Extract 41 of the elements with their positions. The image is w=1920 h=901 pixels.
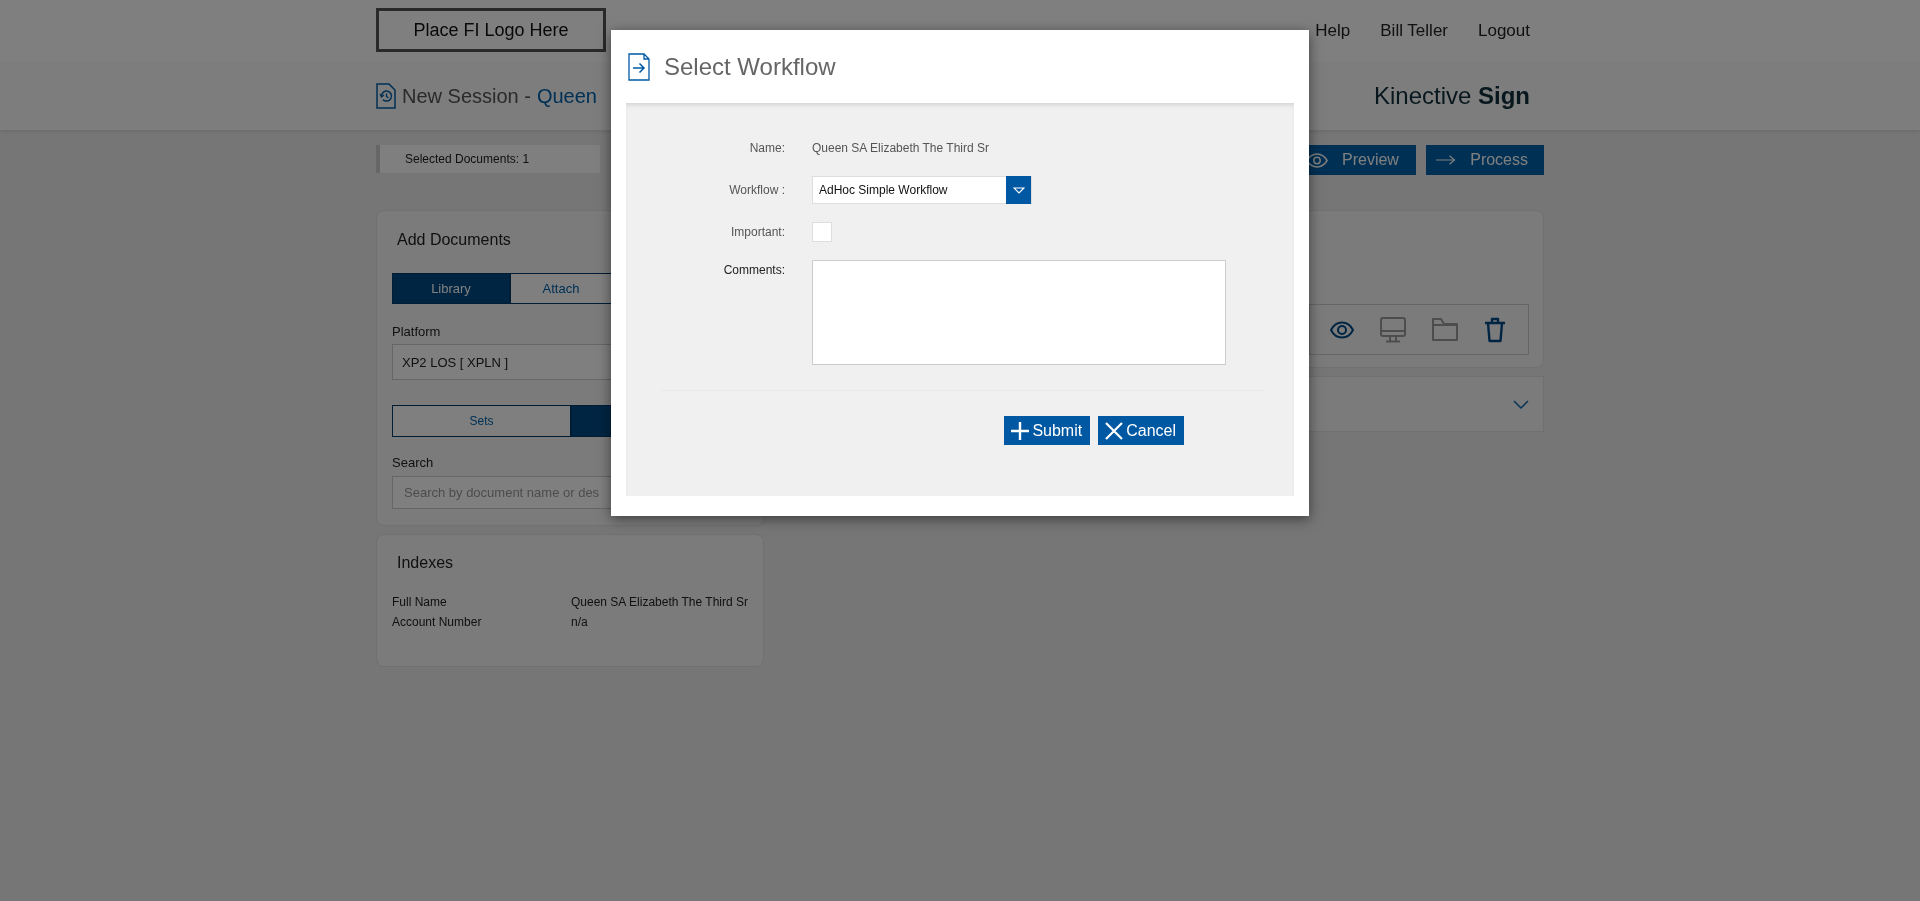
nav-link[interactable]: Logout (1478, 21, 1530, 41)
chevron-icon[interactable] (1513, 399, 1529, 409)
index-value: Queen SA Elizabeth The Third Sr (571, 594, 748, 610)
caret-icon (1012, 186, 1025, 194)
field-label: Workflow : (728, 182, 785, 199)
important-checkbox[interactable] (812, 222, 832, 242)
card-title: Indexes (396, 553, 455, 573)
selected-documents-count: Selected Documents: 1 (376, 145, 600, 173)
index-value: n/a (571, 614, 589, 630)
field-label: Platform (392, 324, 442, 340)
workflow-select[interactable]: AdHoc Simple Workflow (812, 176, 1032, 204)
plus-icon (1010, 420, 1031, 441)
document-history-icon (376, 83, 396, 109)
field-label: Search (392, 455, 435, 471)
customer-name: Queen (536, 84, 597, 108)
platform-select[interactable]: XP2 LOS [ XPLN ] (392, 344, 612, 380)
trash-icon[interactable] (1484, 316, 1506, 343)
brand-name: Kinective Sign (1373, 82, 1531, 110)
arrow-right-icon (1436, 154, 1457, 166)
session-title: New Session - (402, 84, 531, 108)
field-value: Queen SA Elizabeth The Third Sr (812, 140, 989, 157)
toggle-button[interactable] (571, 405, 612, 437)
index-label: Account Number (392, 614, 483, 630)
toggle-button[interactable]: Sets (392, 405, 571, 437)
close-icon (1104, 420, 1125, 441)
field-label: Name: (748, 140, 785, 157)
nav-link[interactable]: Help (1315, 21, 1351, 41)
tab[interactable]: Library (392, 273, 510, 304)
nav-link[interactable]: Bill Teller (1380, 21, 1448, 41)
dialog-title: Select Workflow (664, 52, 836, 81)
index-label: Full Name (392, 594, 448, 610)
field-label: Important: (729, 224, 785, 241)
comments-field[interactable] (812, 260, 1226, 365)
document-arrow-icon (628, 52, 650, 81)
field-label: Comments: (722, 262, 785, 279)
logo: Place FI Logo Here (376, 8, 606, 52)
eye-icon[interactable] (1330, 320, 1354, 339)
cancel-button[interactable]: Cancel (1098, 416, 1184, 445)
tab[interactable]: Attach (510, 273, 612, 304)
process-button[interactable]: Process (1426, 145, 1544, 175)
submit-button[interactable]: Submit (1004, 416, 1091, 445)
